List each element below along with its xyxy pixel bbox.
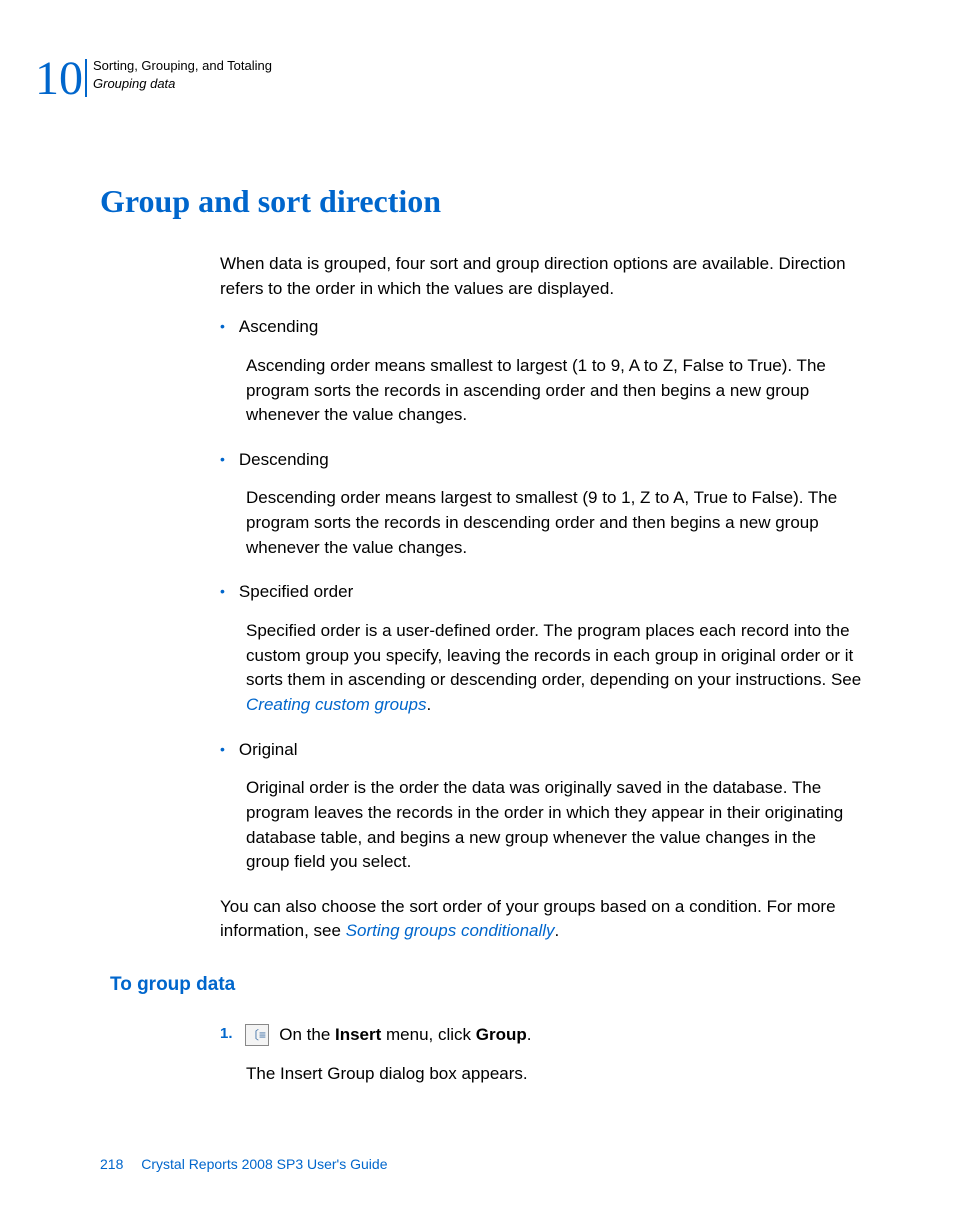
- bullet-specified: • Specified order: [220, 580, 864, 605]
- intro-paragraph: When data is grouped, four sort and grou…: [220, 252, 864, 301]
- step-subtext: The Insert Group dialog box appears.: [246, 1061, 864, 1087]
- bullet-original: • Original: [220, 738, 864, 763]
- chapter-number: 10: [35, 55, 83, 103]
- bullet-dot-icon: •: [220, 580, 225, 605]
- step-1: 1. 〔≡ On the Insert menu, click Group. T…: [220, 1020, 864, 1086]
- link-sorting-groups-conditionally[interactable]: Sorting groups conditionally: [346, 921, 555, 940]
- chapter-title: Sorting, Grouping, and Totaling: [93, 57, 272, 75]
- bullet-label: Original: [239, 738, 864, 763]
- bullet-label: Specified order: [239, 580, 864, 605]
- page-footer: 218 Crystal Reports 2008 SP3 User's Guid…: [100, 1156, 387, 1172]
- step-bold-group: Group: [476, 1025, 527, 1044]
- bullet-desc-descending: Descending order means largest to smalle…: [246, 486, 864, 560]
- bullet-dot-icon: •: [220, 738, 225, 763]
- bullet-dot-icon: •: [220, 448, 225, 473]
- desc-text-pre: Specified order is a user-defined order.…: [246, 621, 861, 689]
- header-divider: [85, 59, 87, 97]
- step-text-pre: On the: [275, 1025, 335, 1044]
- page-number: 218: [100, 1156, 123, 1172]
- bullet-desc-specified: Specified order is a user-defined order.…: [246, 619, 864, 718]
- doc-title: Crystal Reports 2008 SP3 User's Guide: [141, 1156, 387, 1172]
- heading-to-group-data: To group data: [110, 974, 864, 996]
- bullet-label: Descending: [239, 448, 864, 473]
- link-creating-custom-groups[interactable]: Creating custom groups: [246, 695, 426, 714]
- step-text-post: .: [527, 1025, 532, 1044]
- bullet-descending: • Descending: [220, 448, 864, 473]
- insert-group-icon: 〔≡: [245, 1024, 269, 1046]
- step-text-mid: menu, click: [381, 1025, 475, 1044]
- section-title: Grouping data: [93, 75, 272, 93]
- header-text: Sorting, Grouping, and Totaling Grouping…: [93, 57, 272, 93]
- step-number: 1.: [220, 1020, 233, 1049]
- page-header: 10 Sorting, Grouping, and Totaling Group…: [35, 55, 864, 103]
- outro-post: .: [555, 921, 560, 940]
- outro-paragraph: You can also choose the sort order of yo…: [220, 895, 864, 944]
- bullet-dot-icon: •: [220, 315, 225, 340]
- bullet-label: Ascending: [239, 315, 864, 340]
- heading-group-sort-direction: Group and sort direction: [100, 183, 864, 220]
- step-bold-insert: Insert: [335, 1025, 381, 1044]
- desc-text-post: .: [426, 695, 431, 714]
- bullet-ascending: • Ascending: [220, 315, 864, 340]
- bullet-desc-original: Original order is the order the data was…: [246, 776, 864, 875]
- bullet-desc-ascending: Ascending order means smallest to larges…: [246, 354, 864, 428]
- step-content: 〔≡ On the Insert menu, click Group.: [245, 1022, 532, 1048]
